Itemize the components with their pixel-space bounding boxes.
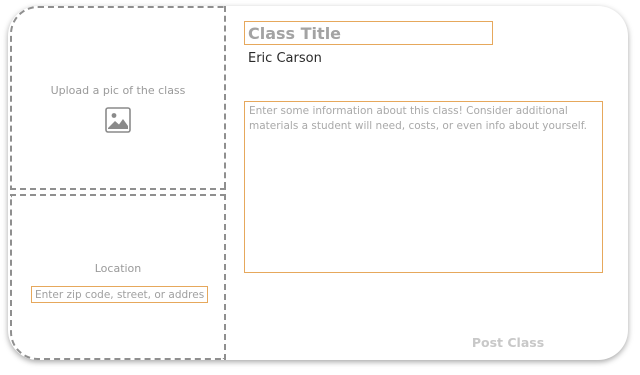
image-icon[interactable] [105, 107, 131, 133]
photo-upload-area[interactable]: Upload a pic of the class [10, 6, 226, 188]
location-panel: Location [10, 194, 226, 360]
post-class-button[interactable]: Post Class [462, 331, 554, 353]
location-label: Location [94, 262, 142, 275]
location-input[interactable] [31, 286, 208, 303]
panel-divider [10, 188, 226, 190]
upload-label: Upload a pic of the class [50, 84, 186, 97]
author-name: Eric Carson [248, 51, 322, 66]
class-description-input[interactable] [244, 101, 603, 273]
class-title-input[interactable] [244, 21, 493, 45]
